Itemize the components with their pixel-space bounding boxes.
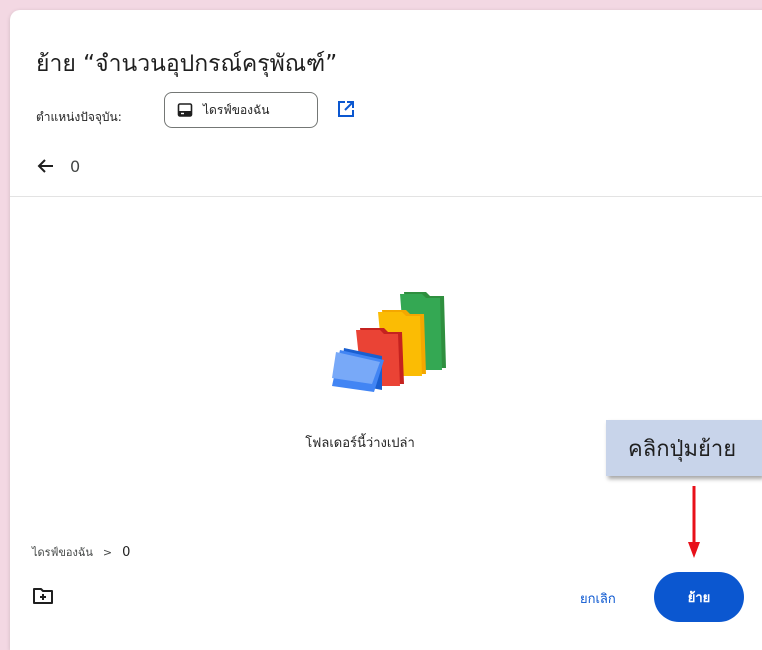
current-location-label: ตำแหน่งปัจจุบัน: — [36, 110, 122, 124]
folder-header: 0 — [36, 156, 80, 176]
cancel-button[interactable]: ยกเลิก — [580, 588, 616, 609]
instruction-callout: คลิกปุ่มย้าย — [606, 420, 762, 476]
drive-icon — [177, 103, 193, 117]
back-arrow-icon[interactable] — [36, 156, 56, 176]
open-in-new-icon[interactable] — [336, 99, 356, 119]
move-dialog: ย้าย “จำนวนอุปกรณ์ครุพัณฑ์” ตำแหน่งปัจจุ… — [10, 10, 762, 650]
current-location-chip[interactable]: ไดรฟ์ของฉัน — [164, 92, 318, 128]
arrow-down-icon — [688, 486, 700, 558]
divider — [10, 196, 762, 197]
empty-folder-message: โฟลเดอร์นี้ว่างเปล่า — [305, 436, 415, 451]
empty-folder-illustration — [332, 292, 446, 392]
breadcrumb-separator: > — [102, 545, 113, 559]
breadcrumb: ไดรฟ์ของฉัน > 0 — [32, 543, 130, 561]
breadcrumb-current: 0 — [122, 544, 131, 560]
folder-name: 0 — [70, 156, 81, 176]
move-button[interactable]: ย้าย — [654, 572, 744, 622]
dialog-title: ย้าย “จำนวนอุปกรณ์ครุพัณฑ์” — [36, 51, 338, 77]
new-folder-icon[interactable] — [32, 587, 54, 605]
current-location-value: ไดรฟ์ของฉัน — [203, 102, 270, 117]
breadcrumb-root[interactable]: ไดรฟ์ของฉัน — [32, 543, 93, 561]
